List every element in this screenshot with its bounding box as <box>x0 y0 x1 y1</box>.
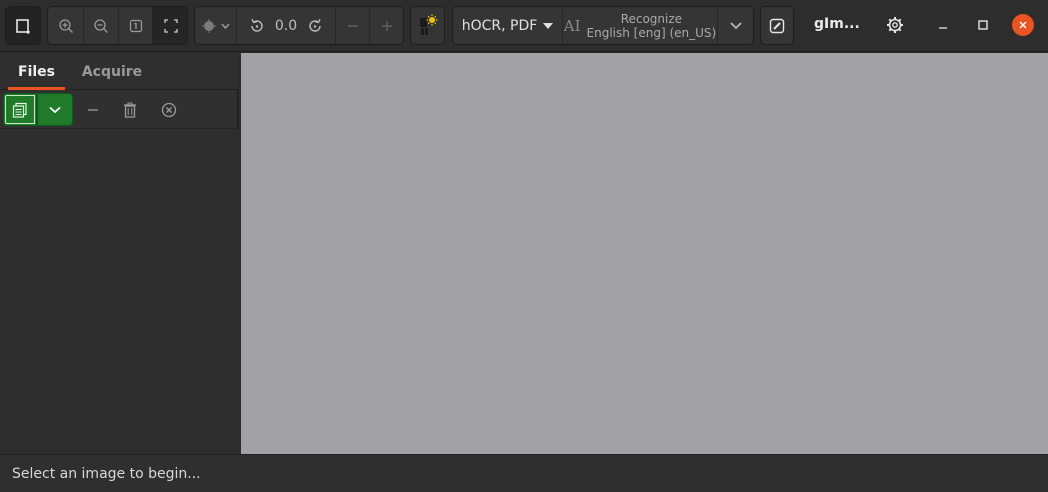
output-format-dropdown[interactable]: hOCR, PDF <box>453 7 563 44</box>
chevron-down-icon <box>730 21 742 29</box>
status-message: Select an image to begin... <box>12 465 201 482</box>
recognize-title: Recognize <box>620 11 683 26</box>
image-canvas[interactable] <box>241 53 1048 454</box>
tab-acquire[interactable]: Acquire <box>75 53 149 90</box>
dropdown-arrow-icon <box>543 22 554 29</box>
tab-files[interactable]: Files <box>8 53 65 90</box>
zoom-toolbar <box>47 6 188 45</box>
zoom-out-icon <box>94 18 108 33</box>
recognize-button[interactable]: AI Recognize English [eng] (en_US) <box>563 7 718 44</box>
output-format-label: hOCR, PDF <box>461 17 538 34</box>
zoom-fit-icon <box>163 18 178 33</box>
image-tools-toolbar: 0.0 <box>194 6 404 45</box>
app-window: 0.0 hOCR, PDF AI Recognize English [eng]… <box>0 0 1048 492</box>
clear-images-button[interactable] <box>154 95 184 125</box>
plus-icon <box>382 20 392 31</box>
minimize-icon <box>939 27 947 29</box>
maximize-button[interactable] <box>972 14 994 36</box>
window-title: gIm... <box>814 16 860 32</box>
image-adjust-menu-button[interactable] <box>195 7 237 44</box>
tab-files-label: Files <box>18 63 55 80</box>
add-images-icon <box>12 102 27 118</box>
zoom-fit-button[interactable] <box>153 7 187 44</box>
rotate-left-icon[interactable] <box>249 18 265 34</box>
zoom-original-icon <box>129 19 142 32</box>
clear-icon <box>161 102 177 118</box>
recognize-text-icon: AI <box>563 16 581 35</box>
file-toolbar <box>0 91 238 129</box>
increase-button[interactable] <box>370 7 403 44</box>
trash-icon <box>124 102 136 118</box>
chevron-down-icon <box>49 106 61 113</box>
minus-icon <box>88 109 98 111</box>
zoom-out-button[interactable] <box>84 7 119 44</box>
edit-icon <box>769 18 785 33</box>
zoom-original-button[interactable] <box>119 7 153 44</box>
ocr-engine-icon <box>419 14 437 35</box>
recognize-language: English [eng] (en_US) <box>586 25 717 40</box>
maximize-icon <box>978 20 988 30</box>
ocr-mode-button[interactable] <box>410 6 445 45</box>
sidebar: Files Acquire <box>0 53 238 454</box>
sidebar-tabs: Files Acquire <box>0 53 238 90</box>
status-bar: Select an image to begin... <box>0 454 1048 492</box>
gear-icon <box>887 17 903 33</box>
minimize-button[interactable] <box>932 14 954 36</box>
delete-image-button[interactable] <box>115 95 145 125</box>
rotate-right-icon[interactable] <box>307 18 323 34</box>
add-images-button[interactable] <box>3 93 37 126</box>
close-button[interactable] <box>1012 14 1034 36</box>
select-region-button[interactable] <box>5 6 41 45</box>
add-images-menu-button[interactable] <box>37 93 73 126</box>
file-list[interactable] <box>0 130 238 454</box>
rotate-control: 0.0 <box>237 7 336 44</box>
tab-acquire-label: Acquire <box>81 63 143 80</box>
ocr-toolbar: hOCR, PDF AI Recognize English [eng] (en… <box>452 6 754 45</box>
edit-output-button[interactable] <box>760 6 794 45</box>
header-bar: 0.0 hOCR, PDF AI Recognize English [eng]… <box>0 0 1048 52</box>
settings-button[interactable] <box>884 14 906 36</box>
close-icon <box>1019 21 1027 29</box>
decrease-button[interactable] <box>336 7 370 44</box>
recognize-options-button[interactable] <box>718 7 753 44</box>
brightness-icon <box>201 18 230 33</box>
zoom-in-icon <box>58 18 73 33</box>
rotation-value: 0.0 <box>274 17 298 34</box>
remove-image-button[interactable] <box>78 95 108 125</box>
select-region-icon <box>16 18 30 34</box>
minus-icon <box>347 24 358 27</box>
zoom-in-button[interactable] <box>48 7 84 44</box>
recognize-label-block: Recognize English [eng] (en_US) <box>587 12 717 40</box>
